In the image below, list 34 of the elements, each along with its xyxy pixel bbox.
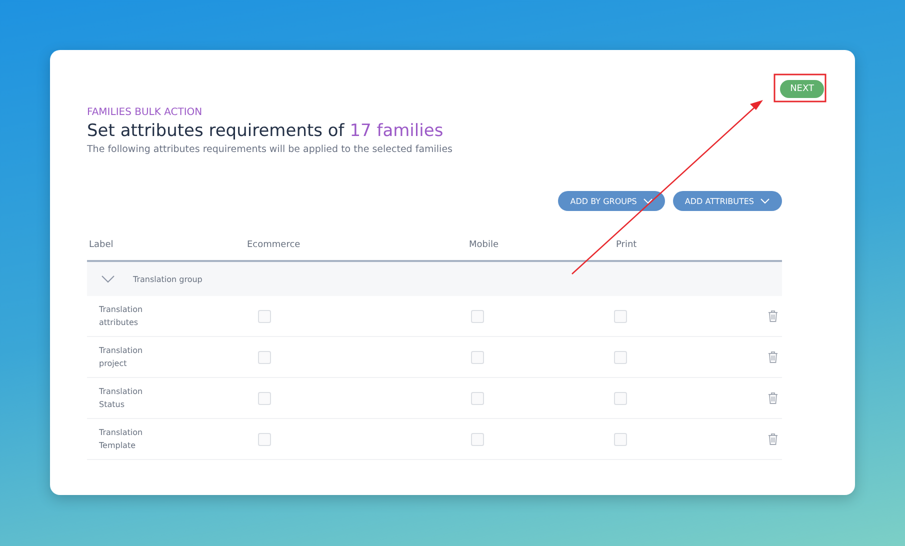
trash-icon[interactable] [768,392,778,404]
checkbox[interactable] [471,310,484,322]
checkbox[interactable] [258,350,271,364]
attribute-label: Translation project [98,345,144,370]
attribute-label: Translation Template [98,427,144,452]
column-header: Label [88,240,114,250]
checkbox[interactable] [258,392,271,404]
checkbox[interactable] [258,310,271,322]
chevron-icon [642,198,653,204]
checkbox[interactable] [471,432,484,446]
checkbox[interactable] [258,432,271,446]
checkbox[interactable] [471,392,484,404]
dropdown-button[interactable]: ADD ATTRIBUTES [672,191,782,211]
page-subtitle: The following attributes requirements will be applied to the selected families [87,144,454,155]
trash-icon[interactable] [768,351,778,363]
column-header: Mobile [468,240,500,250]
chevron-icon[interactable] [101,275,115,283]
dropdown-button[interactable]: ADD BY GROUPS [558,191,665,211]
attribute-label: Translation Status [98,386,144,411]
trash-icon[interactable] [768,433,778,445]
checkbox[interactable] [614,392,627,404]
checkbox[interactable] [614,350,627,364]
attribute-label: Translation attributes [98,304,144,329]
page-title: Set attributes requirements of 17 families [87,121,444,141]
checkbox[interactable] [614,432,627,446]
checkbox[interactable] [471,350,484,364]
eyebrow-label: FAMILIES BULK ACTION [87,107,204,118]
checkbox[interactable] [614,310,627,322]
column-header: Ecommerce [246,240,302,250]
trash-icon[interactable] [768,310,778,322]
column-header: Print [615,240,638,250]
group-label: Translation group [133,274,202,284]
next-button[interactable]: NEXT [780,80,824,98]
chevron-icon [760,198,770,204]
